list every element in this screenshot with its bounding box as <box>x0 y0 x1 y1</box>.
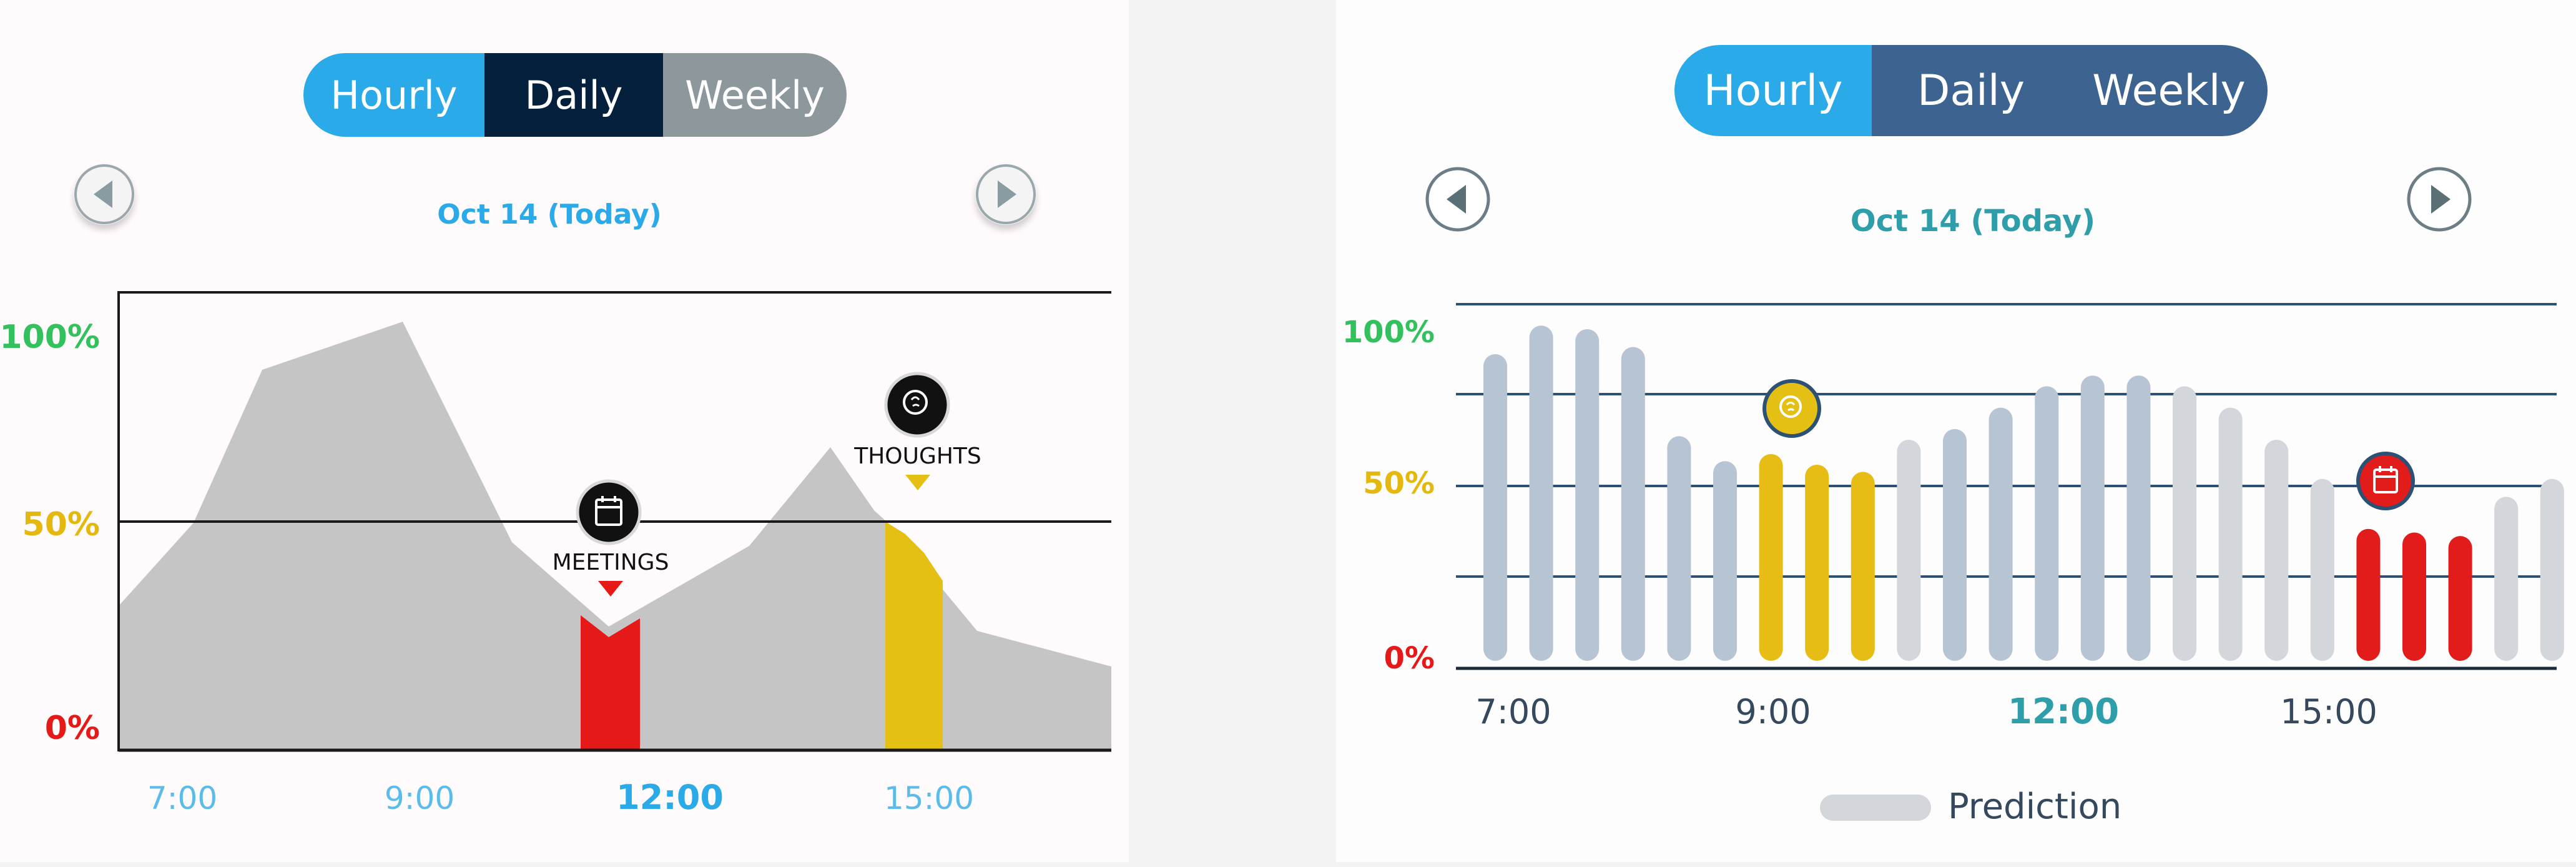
prediction-bar <box>2264 439 2289 661</box>
thought-bar <box>1851 472 1875 661</box>
x-label-9: 9:00 <box>385 780 455 816</box>
prediction-bar <box>2173 386 2196 661</box>
x-label-15: 15:00 <box>884 780 974 816</box>
legend-swatch <box>1820 795 1931 821</box>
meetings-label: MEETINGS <box>553 550 669 575</box>
meetings-marker[interactable] <box>2356 452 2415 510</box>
y-label-0: 0% <box>45 710 100 747</box>
x-label-7: 7:00 <box>1475 692 1551 731</box>
actual-bar <box>1713 461 1737 661</box>
legend-label: Prediction <box>1948 786 2121 827</box>
calendar-icon <box>2356 452 2415 510</box>
meetings-marker[interactable]: MEETINGS <box>553 479 669 597</box>
x-label-7: 7:00 <box>147 780 217 816</box>
hourly-chart-panel-left: Hourly Daily Weekly Oct 14 (Today) 100% … <box>0 0 1129 862</box>
actual-bar <box>1943 429 1967 661</box>
meeting-bar <box>2448 536 2472 661</box>
hourly-chart-panel-right: Hourly Daily Weekly Oct 14 (Today) 100% … <box>1336 0 2576 862</box>
thought-bar <box>1805 464 1829 661</box>
meetings-pointer <box>598 581 623 597</box>
prediction-bar <box>2494 497 2519 661</box>
prediction-bar <box>2540 478 2564 661</box>
y-label-100: 100% <box>0 319 100 356</box>
y-label-50: 50% <box>1363 466 1435 501</box>
x-label-9: 9:00 <box>1735 692 1811 731</box>
y-label-50: 50% <box>22 506 100 543</box>
x-label-12: 12:00 <box>2008 691 2119 732</box>
prediction-bar <box>2310 478 2334 661</box>
actual-bar <box>2035 386 2059 661</box>
y-label-100: 100% <box>1342 315 1435 350</box>
thoughts-marker[interactable] <box>1762 379 1821 438</box>
bar-chart: 100% 50% 0% 7:00 9:00 12:00 15:00 Predic… <box>1342 303 2564 827</box>
actual-bar <box>1529 325 1553 661</box>
y-label-0: 0% <box>1384 641 1435 676</box>
prediction-bar <box>1897 439 1921 661</box>
prediction-bar <box>2218 407 2243 661</box>
actual-bar <box>2126 375 2151 661</box>
actual-bar <box>1667 436 1691 661</box>
thoughts-marker[interactable]: THOUGHTS <box>853 372 981 490</box>
actual-bar <box>1483 354 1507 661</box>
actual-bar <box>2080 375 2105 661</box>
legend: Prediction <box>1820 786 2121 827</box>
thoughts-highlight <box>885 522 943 750</box>
calendar-icon <box>576 479 642 545</box>
thoughts-label: THOUGHTS <box>853 443 981 469</box>
meeting-bar <box>2356 528 2381 661</box>
x-label-15: 15:00 <box>2280 692 2377 731</box>
actual-bar <box>1575 329 1600 661</box>
x-label-12: 12:00 <box>616 778 724 817</box>
meeting-bar <box>2402 532 2426 661</box>
actual-bar <box>1989 407 2013 661</box>
thoughts-pointer <box>905 475 930 490</box>
thought-bar <box>1759 453 1783 661</box>
actual-bar <box>1621 347 1645 661</box>
area-chart: 100% 50% 0% 7:00 9:00 12:00 15:00 MEETIN… <box>0 291 1111 817</box>
